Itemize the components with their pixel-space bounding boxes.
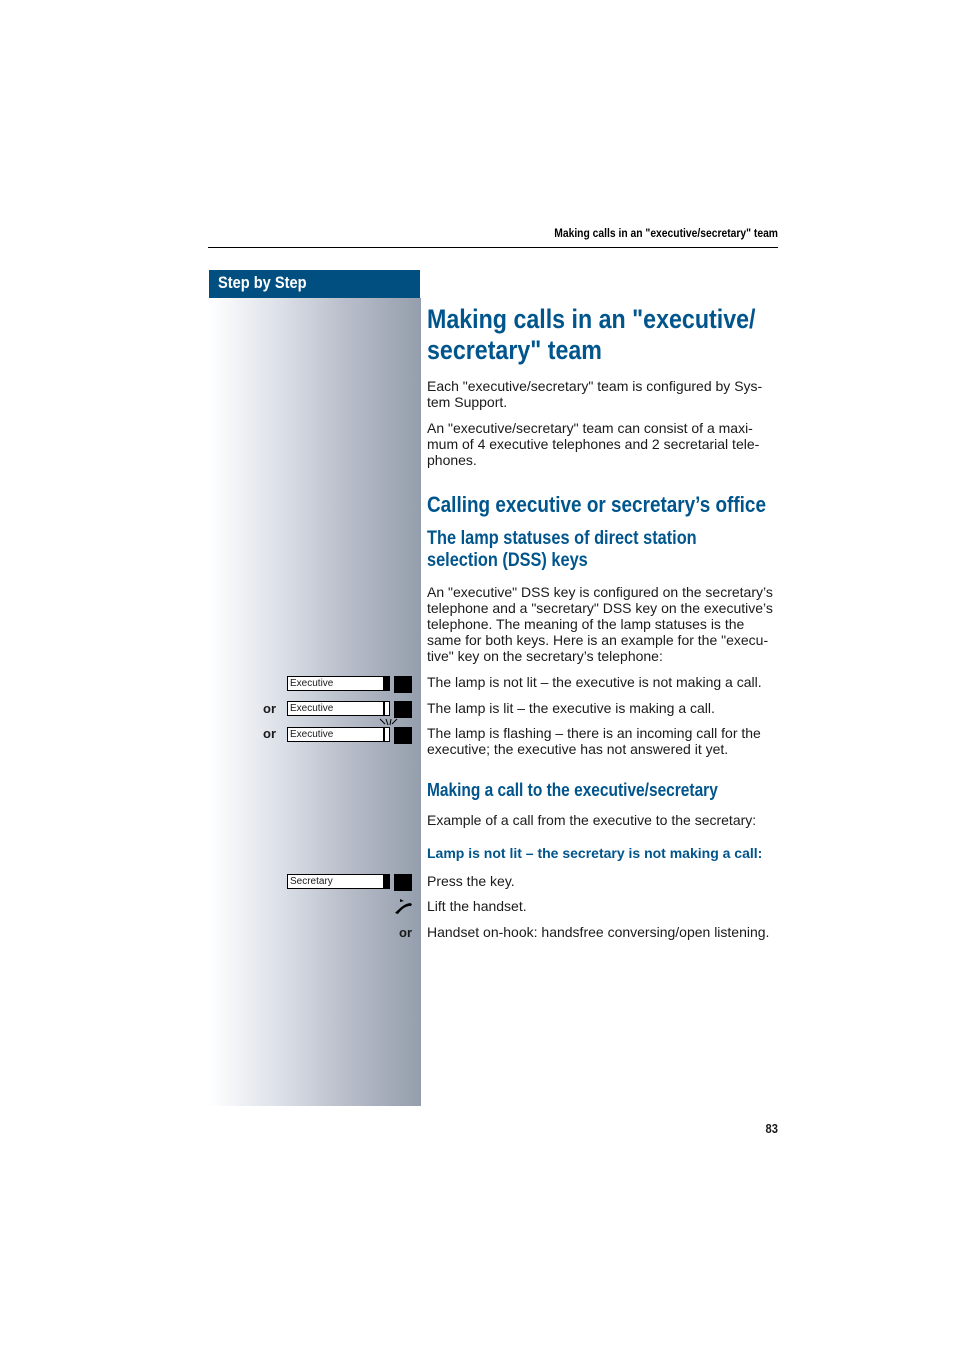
key-button[interactable] [394, 874, 412, 891]
step-by-step-label: Step by Step [218, 273, 307, 292]
section-heading: Calling executive or secretary’s office [427, 492, 766, 517]
or-label: or [399, 925, 412, 940]
step-text: Handset on-hook: handsfree conversing/op… [427, 924, 770, 940]
intro-paragraph-2: An "executive/secretary" team can consis… [427, 420, 760, 468]
key-label: Secretary [287, 874, 384, 889]
call-section-subheading: Lamp is not lit – the secretary is not m… [427, 845, 763, 861]
lift-handset-icon [395, 899, 412, 914]
page-number: 83 [765, 1121, 778, 1136]
header-rule [208, 247, 778, 248]
key-label: Executive [287, 727, 384, 742]
running-header: Making calls in an "executive/secretary"… [554, 226, 778, 240]
lamp-icon [384, 727, 390, 742]
page-title-line-2: secretary" team [427, 335, 602, 365]
key-label: Executive [287, 701, 384, 716]
lamp-section-heading: The lamp statuses of direct station sele… [427, 528, 697, 571]
intro-paragraph-1: Each "executive/secretary" team is confi… [427, 378, 763, 410]
page-title-line-1: Making calls in an "executive/ [427, 304, 756, 334]
key-button[interactable] [394, 727, 412, 744]
lamp-flashing-icon [379, 718, 398, 726]
lamp-state-text: The lamp is lit – the executive is makin… [427, 700, 715, 716]
lamp-state-text: The lamp is not lit – the executive is n… [427, 674, 762, 690]
lamp-section-body: An "executive" DSS key is configured on … [427, 584, 773, 664]
or-label: or [263, 726, 276, 741]
page-title: Making calls in an "executive/ secretary… [427, 304, 779, 366]
executive-dss-key-flashing[interactable]: Executive [287, 718, 412, 744]
step-text: Press the key. [427, 873, 515, 889]
call-section-intro: Example of a call from the executive to … [427, 812, 757, 828]
key-button[interactable] [394, 701, 412, 718]
call-section-heading: Making a call to the executive/secretary [427, 780, 718, 800]
step-text: Lift the handset. [427, 898, 527, 914]
lamp-state-text: The lamp is flashing – there is an incom… [427, 725, 761, 757]
executive-dss-key-off[interactable]: Executive [287, 676, 412, 693]
or-label: or [263, 701, 276, 716]
executive-dss-key-on[interactable]: Executive [287, 701, 412, 718]
lamp-on-icon [384, 701, 390, 716]
secretary-dss-key[interactable]: Secretary [287, 874, 412, 891]
lamp-off-icon [384, 874, 390, 889]
key-button[interactable] [394, 676, 412, 693]
lamp-off-icon [384, 676, 390, 691]
key-label: Executive [287, 676, 384, 691]
